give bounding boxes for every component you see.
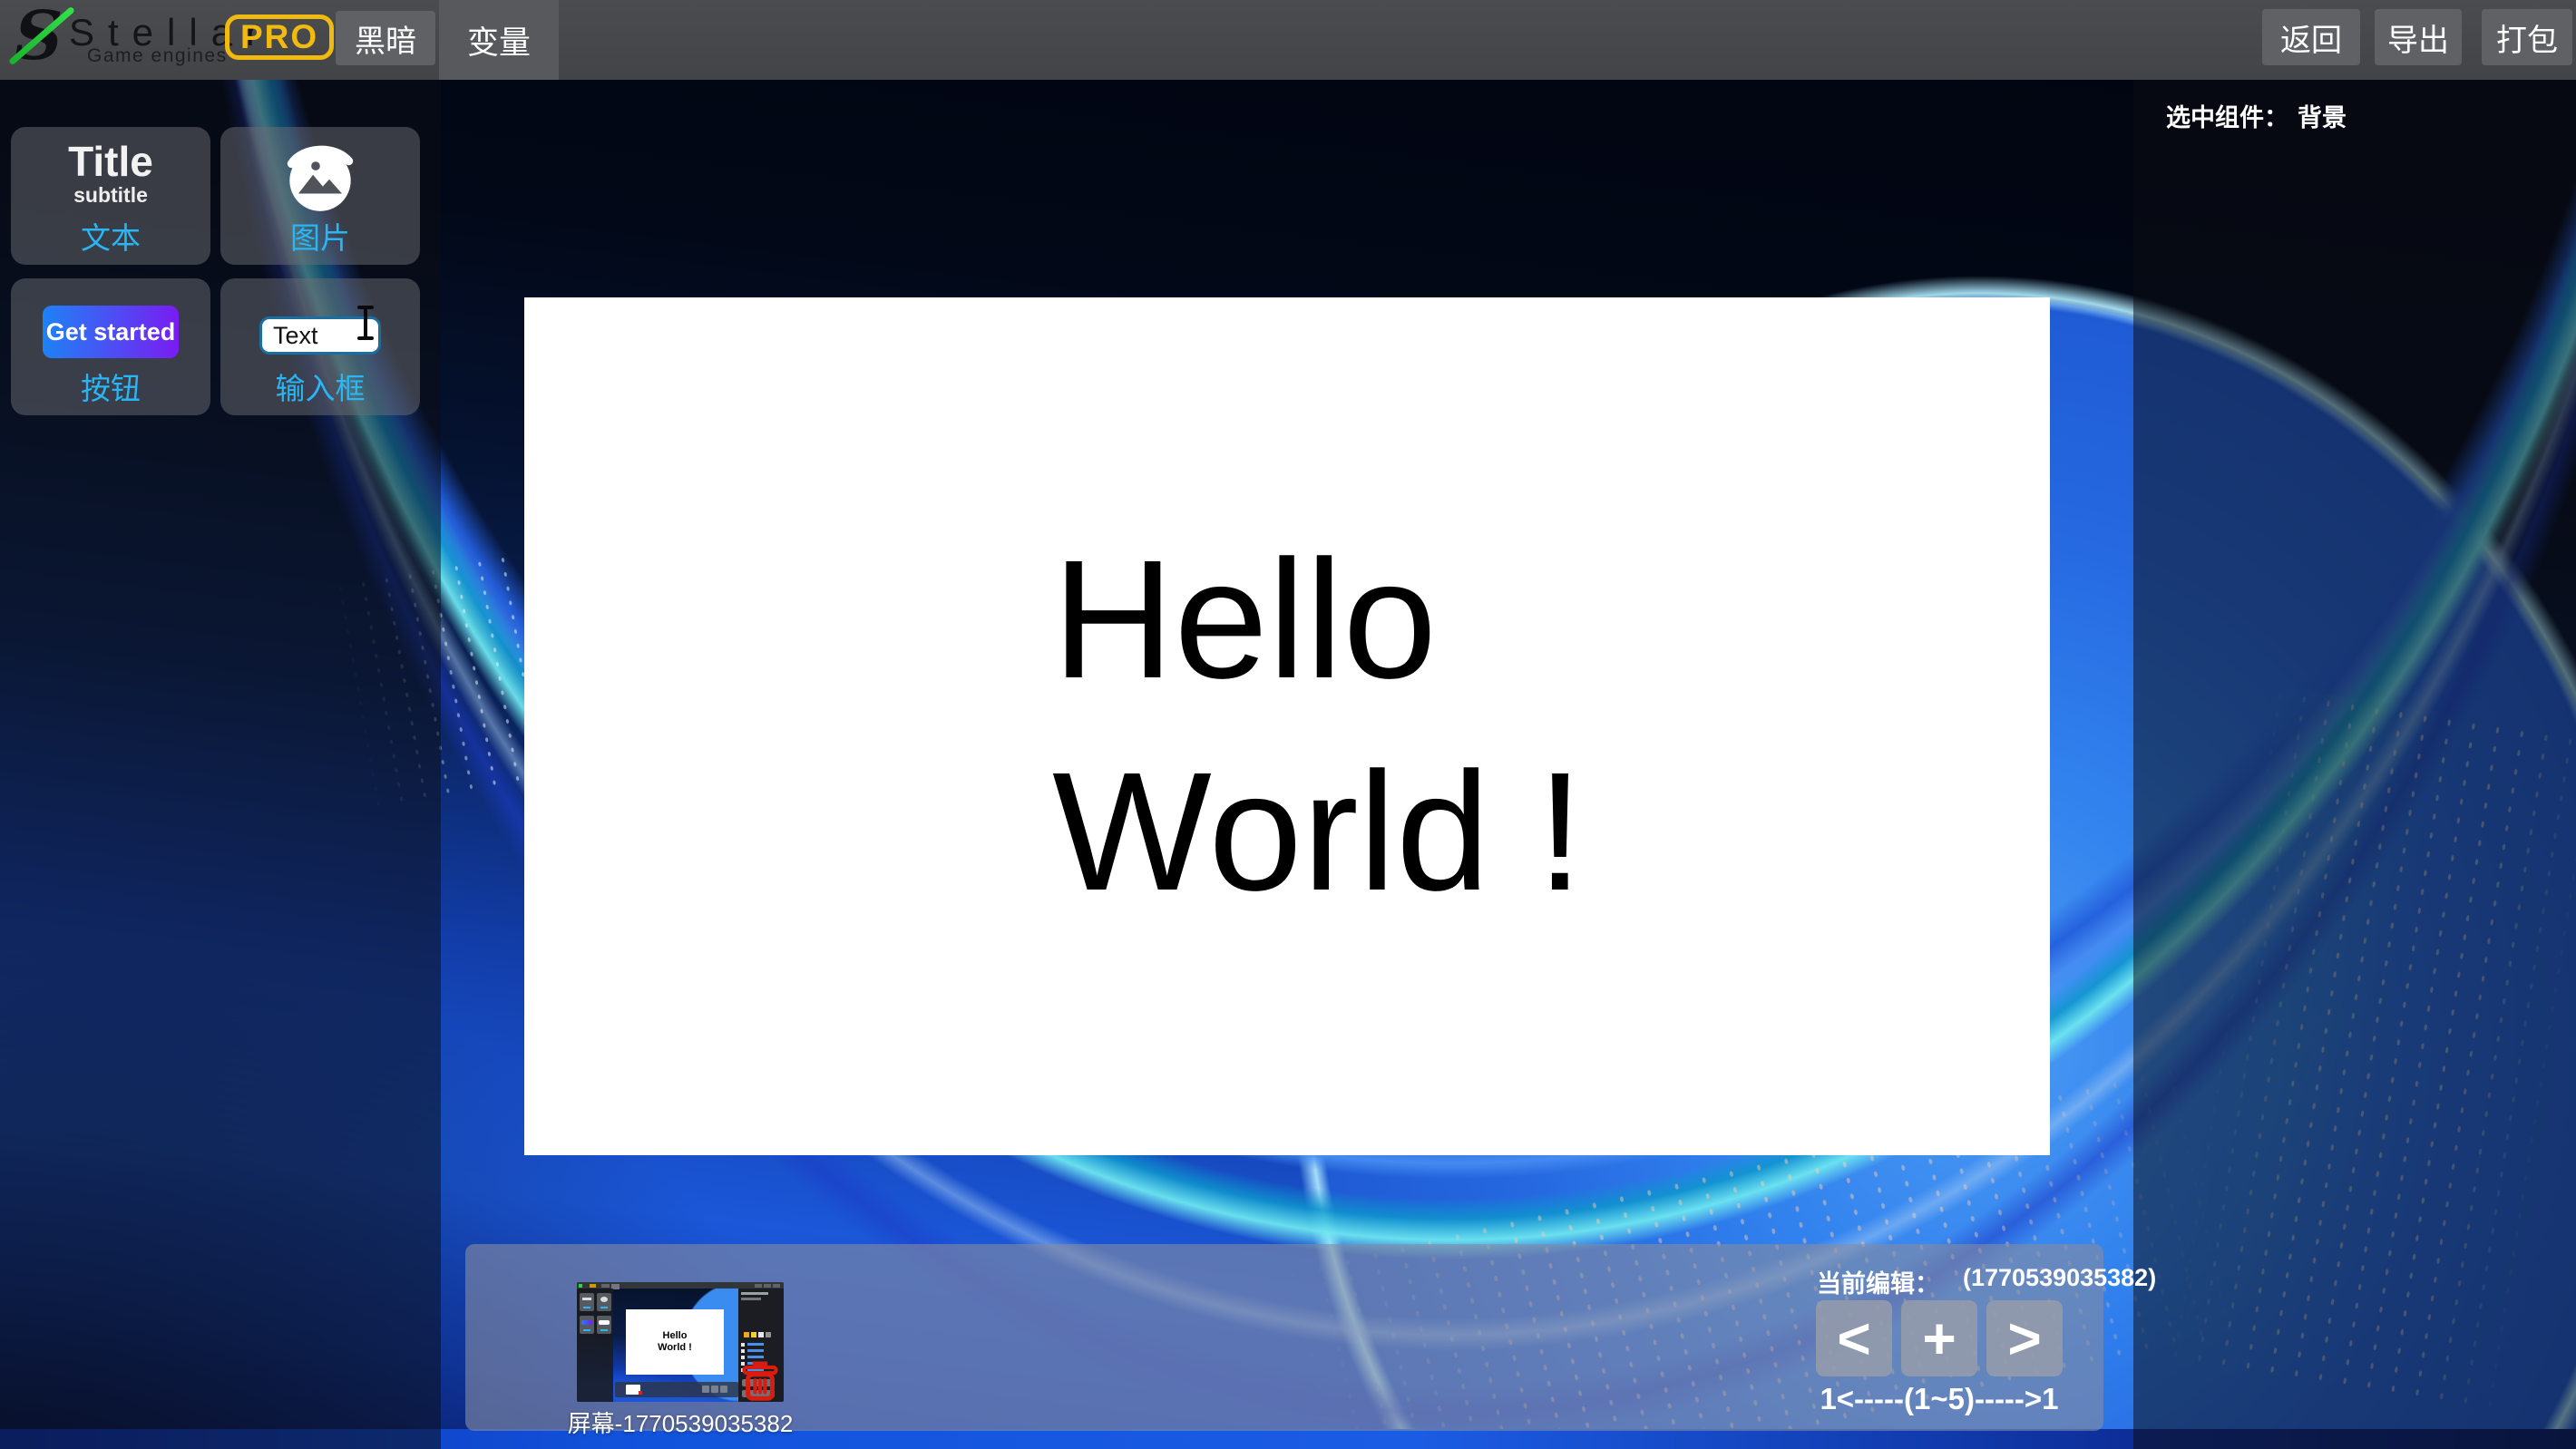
current-edit-label: 当前编辑： bbox=[1817, 1264, 1939, 1299]
prev-screen-button[interactable]: < bbox=[1816, 1300, 1892, 1376]
palette-card-text[interactable]: Title subtitle 文本 bbox=[11, 127, 210, 265]
hello-line-1: Hello bbox=[1052, 514, 1584, 726]
hello-world-text: Hello World ! bbox=[1052, 514, 1584, 938]
mini-hello-box: Hello World ! bbox=[626, 1309, 724, 1375]
button-preview: Get started bbox=[43, 306, 179, 358]
inspector-selected-component: 选中组件： 背景 bbox=[2166, 98, 2347, 133]
palette-card-button[interactable]: Get started 按钮 bbox=[11, 278, 210, 415]
add-screen-button[interactable]: + bbox=[1901, 1300, 1977, 1376]
palette-label-text: 文本 bbox=[11, 214, 210, 258]
text-preview-subtitle: subtitle bbox=[73, 183, 148, 207]
text-preview-title: Title bbox=[68, 140, 153, 183]
export-button[interactable]: 导出 bbox=[2375, 9, 2462, 65]
current-edit-value: (1770539035382) bbox=[1963, 1264, 2156, 1299]
screen-nav-buttons: < + > bbox=[1816, 1300, 2063, 1376]
brand-tagline: Game engines bbox=[87, 45, 228, 67]
top-bar: S Stellar Game engines PRO 黑暗 变量 返回 导出 打… bbox=[0, 0, 2576, 80]
app-logo: S bbox=[7, 0, 71, 80]
palette-card-image[interactable]: 图片 bbox=[220, 127, 420, 265]
right-panel-backdrop bbox=[2133, 80, 2576, 1449]
mini-top-bar bbox=[577, 1282, 784, 1289]
delete-screen-button[interactable] bbox=[737, 1360, 784, 1402]
palette-label-image: 图片 bbox=[220, 214, 420, 258]
palette-card-input[interactable]: Text 输入框 bbox=[220, 278, 420, 415]
inspector-value: 背景 bbox=[2298, 98, 2347, 133]
palette-label-input: 输入框 bbox=[220, 365, 420, 408]
package-button[interactable]: 打包 bbox=[2482, 9, 2572, 65]
inspector-label: 选中组件： bbox=[2166, 98, 2288, 133]
screens-bar: Hello World ! bbox=[465, 1244, 2103, 1431]
current-edit-readout: 当前编辑： (1770539035382) bbox=[1817, 1264, 2156, 1299]
next-screen-button[interactable]: > bbox=[1986, 1300, 2063, 1376]
image-icon bbox=[281, 140, 359, 222]
screen-thumbnail[interactable]: Hello World ! bbox=[577, 1282, 784, 1402]
mini-sidebar bbox=[577, 1289, 613, 1402]
back-button[interactable]: 返回 bbox=[2262, 9, 2360, 65]
screen-name: 屏幕-1770539035382 bbox=[538, 1405, 823, 1439]
pro-badge: PRO bbox=[225, 15, 334, 60]
tab-variables[interactable]: 变量 bbox=[439, 0, 559, 80]
palette-label-button: 按钮 bbox=[11, 365, 210, 408]
hello-line-2: World ! bbox=[1052, 726, 1584, 938]
ibeam-cursor-icon bbox=[356, 305, 376, 345]
mini-screens-bar bbox=[615, 1382, 738, 1397]
dark-mode-button[interactable]: 黑暗 bbox=[336, 11, 435, 65]
screen-range-indicator: 1<-----(1~5)----->1 bbox=[1816, 1382, 2063, 1416]
hello-world-component[interactable]: Hello World ! bbox=[524, 297, 2050, 1155]
